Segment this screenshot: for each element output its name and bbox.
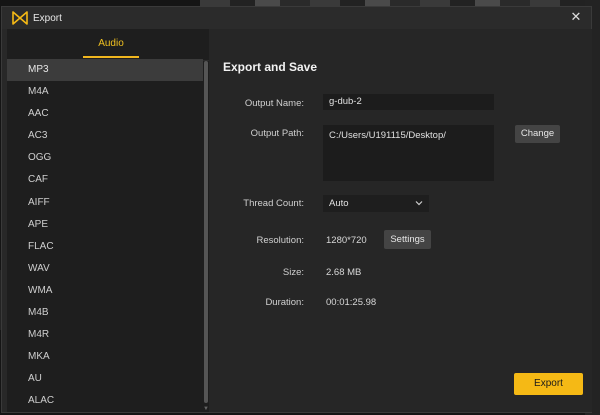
format-item-caf[interactable]: CAF: [7, 169, 203, 191]
format-panel: Audio MP3 M4A AAC AC3 OGG CAF AIFF APE FLAC WAV WM…: [7, 29, 209, 412]
output-name-input[interactable]: g-dub-2: [323, 94, 494, 110]
thread-count-label: Thread Count:: [243, 198, 304, 209]
export-button[interactable]: Export: [514, 373, 583, 395]
duration-label: Duration:: [265, 297, 304, 308]
format-tabs: Audio: [7, 29, 209, 61]
format-list: MP3 M4A AAC AC3 OGG CAF AIFF APE FLAC WAV WMA M4B M4…: [7, 59, 203, 413]
output-path-input[interactable]: C:/Users/U191115/Desktop/: [323, 125, 494, 181]
tab-active-indicator: [83, 56, 139, 58]
export-dialog: Export ✕ Audio MP3 M4A AAC AC3 OGG CAF AIFF APE…: [1, 6, 592, 413]
size-value: 2.68 MB: [326, 267, 362, 278]
duration-value: 00:01:25.98: [326, 297, 377, 308]
format-item-au[interactable]: AU: [7, 368, 203, 390]
format-item-flac[interactable]: FLAC: [7, 236, 203, 258]
format-item-wav[interactable]: WAV: [7, 258, 203, 280]
format-item-ac3[interactable]: AC3: [7, 125, 203, 147]
output-name-label: Output Name:: [244, 98, 304, 109]
format-item-aiff[interactable]: AIFF: [7, 192, 203, 214]
chevron-down-icon: [415, 201, 423, 206]
resolution-label: Resolution:: [256, 235, 304, 246]
format-item-m4b[interactable]: M4B: [7, 302, 203, 324]
settings-button[interactable]: Settings: [384, 230, 431, 249]
dialog-title: Export: [33, 12, 62, 24]
thread-count-value: Auto: [329, 198, 349, 209]
title-bar: Export ✕: [2, 7, 591, 29]
close-icon[interactable]: ✕: [569, 10, 583, 24]
format-item-mp3[interactable]: MP3: [7, 59, 203, 82]
format-item-ape[interactable]: APE: [7, 214, 203, 236]
format-item-m4a[interactable]: M4A: [7, 81, 203, 103]
format-item-m4r[interactable]: M4R: [7, 324, 203, 346]
export-settings-panel: Export and Save Output Name: g-dub-2 Out…: [209, 29, 592, 412]
tab-audio[interactable]: Audio: [83, 38, 139, 49]
change-path-button[interactable]: Change: [515, 125, 560, 143]
thread-count-select[interactable]: Auto: [323, 195, 429, 212]
format-item-alac[interactable]: ALAC: [7, 390, 203, 412]
format-list-scrollbar[interactable]: [204, 61, 208, 403]
format-item-ogg[interactable]: OGG: [7, 147, 203, 169]
resolution-value: 1280*720: [326, 235, 367, 246]
size-label: Size:: [282, 267, 304, 278]
section-heading: Export and Save: [223, 60, 318, 74]
format-item-mka[interactable]: MKA: [7, 346, 203, 368]
output-path-label: Output Path:: [250, 128, 304, 139]
format-item-aac[interactable]: AAC: [7, 103, 203, 125]
format-item-wma[interactable]: WMA: [7, 280, 203, 302]
app-logo-icon: [12, 11, 28, 25]
